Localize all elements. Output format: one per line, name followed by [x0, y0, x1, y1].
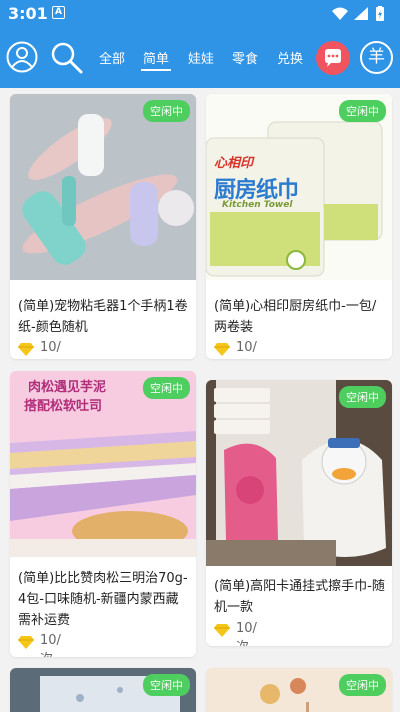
- product-grid: 空闲中 (简单)宠物粘毛器1个手柄1卷纸-颜色随机 10/次 心相印 厨房纸巾 …: [0, 88, 400, 712]
- diamond-icon: [214, 624, 230, 637]
- app-header: 全部 简单 娃娃 零食 兑换 羊: [0, 28, 400, 88]
- image-sub-text: Kitchen Towel: [222, 200, 293, 210]
- product-card[interactable]: 空闲中 (简单)高阳卡通挂式擦手巾-随机一款 10/次: [206, 380, 392, 646]
- tab-all[interactable]: 全部: [99, 48, 125, 67]
- product-price: 10/次: [236, 340, 257, 355]
- product-card[interactable]: 空闲中: [10, 668, 196, 712]
- status-badge: 空闲中: [339, 386, 386, 408]
- product-title: (简单)宠物粘毛器1个手柄1卷纸-颜色随机: [18, 299, 188, 335]
- status-badge: 空闲中: [339, 674, 386, 696]
- user-profile-icon[interactable]: [6, 41, 38, 73]
- signal-icon: [354, 7, 368, 20]
- wallet-button[interactable]: 羊: [360, 41, 393, 74]
- chat-button[interactable]: [316, 41, 350, 75]
- tab-simple[interactable]: 简单: [140, 48, 172, 71]
- tab-redeem[interactable]: 兑换: [277, 48, 303, 67]
- wifi-icon: [332, 7, 348, 20]
- status-badge: 空闲中: [143, 674, 190, 696]
- diamond-icon: [18, 343, 34, 356]
- image-headline-1: 肉松遇见芋泥: [28, 380, 107, 395]
- battery-icon: [376, 6, 384, 21]
- diamond-icon: [18, 636, 34, 649]
- product-price: 10/次: [40, 633, 61, 657]
- status-badge: 空闲中: [143, 100, 190, 122]
- product-title: (简单)高阳卡通挂式擦手巾-随机一款: [214, 579, 385, 615]
- tab-dolls[interactable]: 娃娃: [188, 48, 214, 67]
- product-card[interactable]: 空闲中 (简单)宠物粘毛器1个手柄1卷纸-颜色随机 10/次: [10, 94, 196, 359]
- search-icon[interactable]: [50, 41, 84, 75]
- status-badge: 空闲中: [143, 377, 190, 399]
- product-price: 10/次: [40, 340, 61, 355]
- tab-snacks[interactable]: 零食: [232, 48, 258, 67]
- system-status-icons: [332, 6, 384, 21]
- notification-icon: A: [52, 6, 65, 19]
- chat-bubble-icon: [325, 49, 341, 67]
- image-brand-text: 心相印: [214, 156, 254, 171]
- product-card[interactable]: 肉松遇见芋泥 搭配松软吐司 空闲中 (简单)比比赞肉松三明治70g-4包-口味随…: [10, 371, 196, 657]
- product-price: 10/次: [236, 621, 257, 646]
- diamond-icon: [214, 343, 230, 356]
- image-headline-2: 搭配松软吐司: [24, 399, 103, 414]
- product-card[interactable]: 心相印 厨房纸巾 Kitchen Towel 空闲中 (简单)心相印厨房纸巾-一…: [206, 94, 392, 359]
- product-title: (简单)比比赞肉松三明治70g-4包-口味随机-新疆内蒙西藏需补运费: [18, 571, 188, 628]
- status-time: 3:01: [8, 4, 48, 23]
- status-badge: 空闲中: [339, 100, 386, 122]
- status-bar: 3:01 A: [0, 0, 400, 28]
- product-card[interactable]: 空闲中: [206, 668, 392, 712]
- product-title: (简单)心相印厨房纸巾-一包/两卷装: [214, 299, 377, 335]
